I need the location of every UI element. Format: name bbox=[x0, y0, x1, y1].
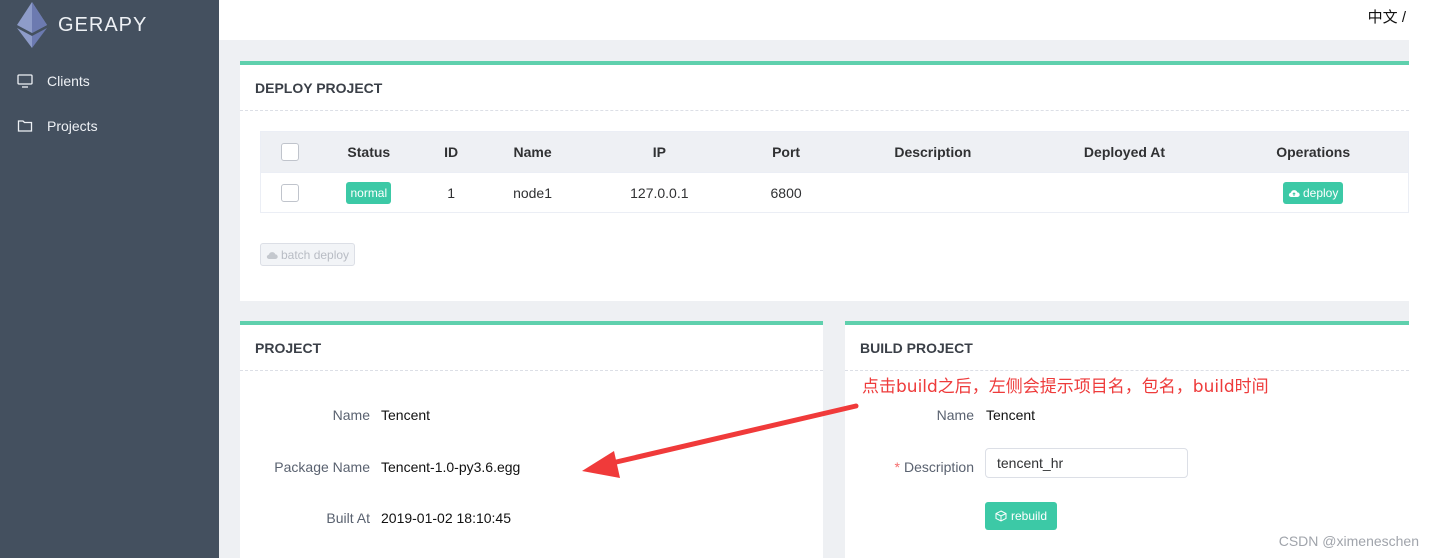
watermark: CSDN @ximeneschen bbox=[1278, 533, 1419, 549]
card-title: PROJECT bbox=[240, 325, 823, 371]
top-header: 中文 / bbox=[219, 0, 1409, 40]
description-label: * Description bbox=[845, 459, 974, 475]
project-name-value: Tencent bbox=[381, 407, 431, 423]
description-label-text: Description bbox=[903, 459, 974, 475]
card-title: DEPLOY PROJECT bbox=[240, 65, 1409, 111]
built-at-value: 2019-01-02 18:10:45 bbox=[381, 510, 511, 526]
folder-icon bbox=[17, 120, 33, 132]
batch-deploy-label: batch deploy bbox=[281, 247, 350, 262]
cube-icon bbox=[995, 510, 1007, 522]
sidebar-item-projects[interactable]: Projects bbox=[0, 106, 219, 146]
cloud-upload-icon bbox=[266, 251, 278, 259]
operations-cell: deploy bbox=[1218, 181, 1408, 204]
language-switch[interactable]: 中文 / bbox=[1368, 6, 1406, 27]
name-label: Name bbox=[936, 407, 974, 423]
build-name-value: Tencent bbox=[986, 407, 1036, 423]
sidebar-item-label: Projects bbox=[47, 118, 98, 134]
deploy-button-label: deploy bbox=[1302, 185, 1339, 200]
port-cell: 6800 bbox=[770, 184, 802, 201]
deploy-project-card: DEPLOY PROJECT Status ID Name IP Port De… bbox=[240, 61, 1409, 301]
status-cell: normal bbox=[319, 181, 419, 204]
sidebar-item-clients[interactable]: Clients bbox=[0, 61, 219, 101]
package-name-value: Tencent-1.0-py3.6.egg bbox=[381, 459, 521, 475]
column-header: Status bbox=[347, 144, 391, 160]
column-header: ID bbox=[444, 144, 459, 160]
table-row: normal 1 node1 127.0.0.1 6800 deploy bbox=[261, 172, 1408, 212]
card-title: BUILD PROJECT bbox=[845, 325, 1409, 371]
right-edge bbox=[1409, 0, 1433, 558]
brand-name: GERAPY bbox=[58, 13, 148, 36]
column-header: IP bbox=[652, 144, 666, 160]
project-card: PROJECT Name Tencent Package Name Tencen… bbox=[240, 321, 823, 558]
rebuild-label: rebuild bbox=[1011, 509, 1048, 523]
name-label: Name bbox=[332, 407, 370, 423]
built-at-label: Built At bbox=[326, 510, 370, 526]
monitor-icon bbox=[17, 74, 33, 88]
select-all-checkbox[interactable] bbox=[280, 143, 299, 161]
row-select-cell bbox=[261, 183, 319, 202]
table-header: Status ID Name IP Port Description Deplo… bbox=[261, 132, 1408, 172]
ethereum-logo-icon bbox=[17, 2, 47, 48]
required-asterisk: * bbox=[894, 459, 900, 475]
batch-deploy-button[interactable]: batch deploy bbox=[260, 243, 356, 266]
ip-cell: 127.0.0.1 bbox=[630, 184, 689, 201]
sidebar: GERAPY Clients Projects bbox=[0, 0, 219, 558]
rebuild-button[interactable]: rebuild bbox=[985, 502, 1058, 530]
column-header: Deployed At bbox=[1083, 144, 1166, 160]
column-header: Port bbox=[772, 144, 801, 160]
row-checkbox[interactable] bbox=[280, 183, 299, 202]
sidebar-item-label: Clients bbox=[47, 73, 90, 89]
package-name-label: Package Name bbox=[274, 459, 370, 475]
column-header: Name bbox=[513, 144, 552, 160]
column-header: Description bbox=[894, 144, 972, 160]
id-cell: 1 bbox=[447, 184, 456, 201]
description-input[interactable] bbox=[985, 448, 1188, 478]
annotation-text: 点击build之后，左侧会提示项目名，包名，build时间 bbox=[862, 377, 1269, 397]
clients-table: Status ID Name IP Port Description Deplo… bbox=[260, 131, 1409, 213]
cloud-upload-icon bbox=[1288, 189, 1300, 197]
deploy-button[interactable]: deploy bbox=[1282, 181, 1344, 204]
brand[interactable]: GERAPY bbox=[17, 2, 147, 48]
select-all-cell bbox=[261, 143, 319, 161]
column-header: Operations bbox=[1276, 144, 1351, 160]
status-badge: normal bbox=[346, 181, 392, 204]
name-cell: node1 bbox=[513, 184, 552, 201]
build-project-card: BUILD PROJECT Name Tencent * Description … bbox=[845, 321, 1409, 558]
